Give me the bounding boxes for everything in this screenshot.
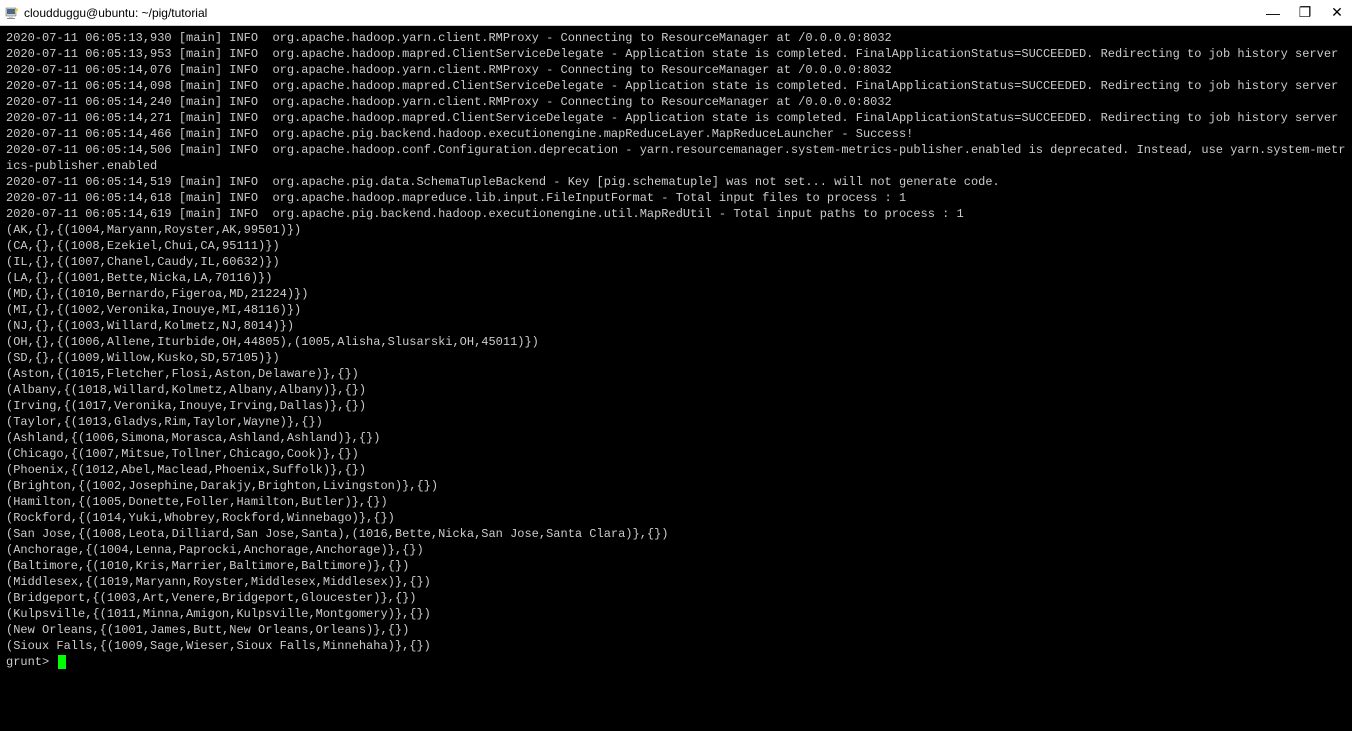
terminal-line: 2020-07-11 06:05:14,618 [main] INFO org.… [6,190,1346,206]
maximize-button[interactable]: ❐ [1298,6,1312,20]
title-bar: cloudduggu@ubuntu: ~/pig/tutorial — ❐ ✕ [0,0,1352,26]
terminal-line: 2020-07-11 06:05:13,930 [main] INFO org.… [6,30,1346,46]
terminal-line: (Sioux Falls,{(1009,Sage,Wieser,Sioux Fa… [6,638,1346,654]
terminal-line: (Chicago,{(1007,Mitsue,Tollner,Chicago,C… [6,446,1346,462]
terminal-line: 2020-07-11 06:05:14,466 [main] INFO org.… [6,126,1346,142]
terminal-line: (Baltimore,{(1010,Kris,Marrier,Baltimore… [6,558,1346,574]
terminal-line: (Hamilton,{(1005,Donette,Foller,Hamilton… [6,494,1346,510]
terminal-line: (San Jose,{(1008,Leota,Dilliard,San Jose… [6,526,1346,542]
window-title: cloudduggu@ubuntu: ~/pig/tutorial [24,6,207,20]
terminal-line: (Aston,{(1015,Fletcher,Flosi,Aston,Delaw… [6,366,1346,382]
terminal-line: (IL,{},{(1007,Chanel,Caudy,IL,60632)}) [6,254,1346,270]
terminal-line: (CA,{},{(1008,Ezekiel,Chui,CA,95111)}) [6,238,1346,254]
terminal-line: (Kulpsville,{(1011,Minna,Amigon,Kulpsvil… [6,606,1346,622]
terminal-line: (Ashland,{(1006,Simona,Morasca,Ashland,A… [6,430,1346,446]
terminal-line: (Albany,{(1018,Willard,Kolmetz,Albany,Al… [6,382,1346,398]
terminal-line: (Anchorage,{(1004,Lenna,Paprocki,Anchora… [6,542,1346,558]
terminal-line: (MI,{},{(1002,Veronika,Inouye,MI,48116)}… [6,302,1346,318]
terminal-line: (LA,{},{(1001,Bette,Nicka,LA,70116)}) [6,270,1346,286]
terminal-line: (MD,{},{(1010,Bernardo,Figeroa,MD,21224)… [6,286,1346,302]
prompt-line[interactable]: grunt> [6,654,1346,670]
terminal-line: 2020-07-11 06:05:14,619 [main] INFO org.… [6,206,1346,222]
window-controls: — ❐ ✕ [1266,6,1344,20]
putty-icon [4,5,20,21]
terminal-content[interactable]: 2020-07-11 06:05:13,930 [main] INFO org.… [0,26,1352,674]
terminal-line: 2020-07-11 06:05:13,953 [main] INFO org.… [6,46,1346,62]
minimize-button[interactable]: — [1266,6,1280,20]
terminal-line: (Irving,{(1017,Veronika,Inouye,Irving,Da… [6,398,1346,414]
terminal-line: 2020-07-11 06:05:14,519 [main] INFO org.… [6,174,1346,190]
terminal-line: (SD,{},{(1009,Willow,Kusko,SD,57105)}) [6,350,1346,366]
terminal-line: (OH,{},{(1006,Allene,Iturbide,OH,44805),… [6,334,1346,350]
prompt-text: grunt> [6,654,56,670]
terminal-line: 2020-07-11 06:05:14,240 [main] INFO org.… [6,94,1346,110]
terminal-line: 2020-07-11 06:05:14,271 [main] INFO org.… [6,110,1346,126]
close-button[interactable]: ✕ [1330,6,1344,20]
terminal-line: (Brighton,{(1002,Josephine,Darakjy,Brigh… [6,478,1346,494]
terminal-line: (Rockford,{(1014,Yuki,Whobrey,Rockford,W… [6,510,1346,526]
terminal-line: 2020-07-11 06:05:14,076 [main] INFO org.… [6,62,1346,78]
terminal-line: (New Orleans,{(1001,James,Butt,New Orlea… [6,622,1346,638]
terminal-line: (NJ,{},{(1003,Willard,Kolmetz,NJ,8014)}) [6,318,1346,334]
cursor [58,655,66,669]
terminal-line: (Bridgeport,{(1003,Art,Venere,Bridgeport… [6,590,1346,606]
title-left: cloudduggu@ubuntu: ~/pig/tutorial [4,5,207,21]
terminal-line: (Taylor,{(1013,Gladys,Rim,Taylor,Wayne)}… [6,414,1346,430]
terminal-line: (AK,{},{(1004,Maryann,Royster,AK,99501)}… [6,222,1346,238]
terminal-line: 2020-07-11 06:05:14,098 [main] INFO org.… [6,78,1346,94]
terminal-line: (Middlesex,{(1019,Maryann,Royster,Middle… [6,574,1346,590]
terminal-line: 2020-07-11 06:05:14,506 [main] INFO org.… [6,142,1346,174]
terminal-line: (Phoenix,{(1012,Abel,Maclead,Phoenix,Suf… [6,462,1346,478]
